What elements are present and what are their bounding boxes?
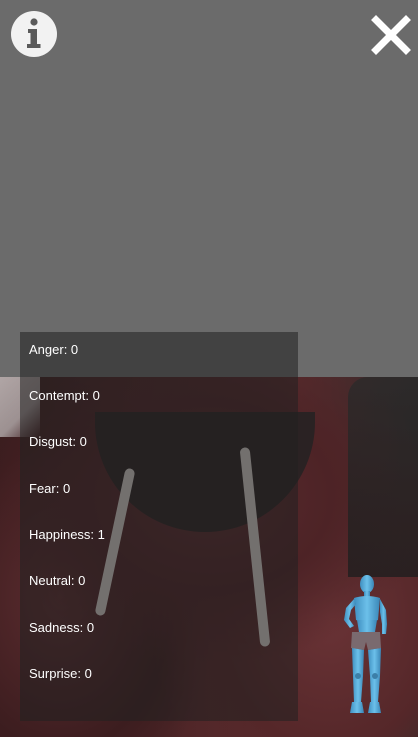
close-button[interactable] <box>368 12 414 58</box>
close-icon <box>371 15 411 55</box>
emotion-panel: Anger: 0 Contempt: 0 Disgust: 0 Fear: 0 … <box>20 332 298 721</box>
avatar-figure <box>344 575 387 713</box>
info-icon <box>27 18 41 48</box>
emotion-neutral: Neutral: 0 <box>29 573 86 588</box>
emotion-fear: Fear: 0 <box>29 481 71 496</box>
gray-background <box>0 0 418 377</box>
background-chair <box>348 377 418 577</box>
emotion-sadness: Sadness: 0 <box>29 620 95 635</box>
emotion-surprise: Surprise: 0 <box>29 666 92 681</box>
emotion-happiness: Happiness: 1 <box>29 527 105 542</box>
emotion-contempt: Contempt: 0 <box>29 388 100 403</box>
emotion-anger: Anger: 0 <box>29 342 79 357</box>
emotion-disgust: Disgust: 0 <box>29 434 87 449</box>
info-button[interactable] <box>11 11 57 57</box>
